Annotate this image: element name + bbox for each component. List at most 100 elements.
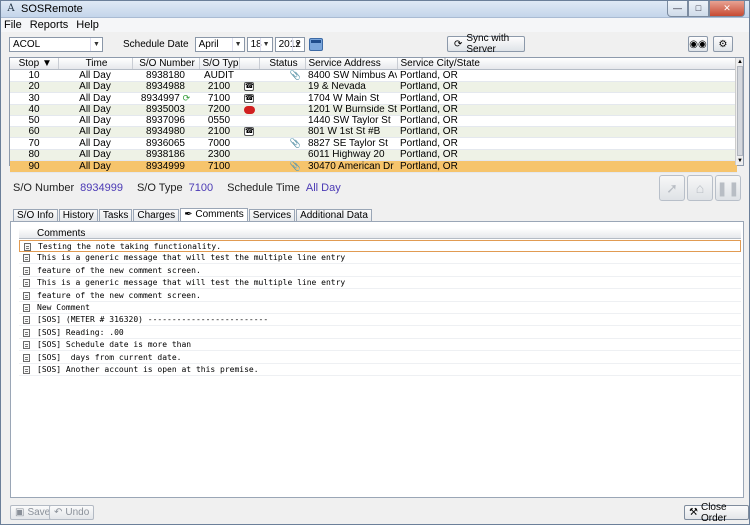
phone-icon: ☎ — [244, 82, 254, 91]
col-so-type[interactable]: S/O Type — [199, 58, 240, 70]
close-order-button[interactable]: ⚒ Close Order — [684, 502, 749, 524]
cell-icon: ☎ — [239, 92, 259, 106]
list-item[interactable]: [SOS] Reading: .00 — [19, 327, 741, 339]
note-icon — [23, 254, 30, 263]
list-item[interactable]: [SOS] (METER # 316320) -----------------… — [19, 314, 741, 327]
col-time[interactable]: Time — [58, 58, 133, 70]
calendar-icon[interactable] — [308, 37, 323, 51]
cell-icon — [239, 115, 259, 128]
comments-header-label: Comments — [37, 228, 86, 239]
comment-text: [SOS] Reading: .00 — [37, 327, 124, 337]
cell-stop: 30 — [10, 92, 58, 106]
minimize-button[interactable]: — — [667, 1, 688, 17]
table-row[interactable]: 50 All Day 8937096 0550 1440 SW Taylor St Por… — [10, 115, 737, 128]
grid-scrollbar[interactable]: ▲ ▼ — [735, 58, 743, 165]
table-row[interactable]: 30 All Day 8934997 ⟳ 7100 ☎ 1704 W Main St Por… — [10, 92, 737, 106]
cell-address: 8400 SW Nimbus Ave — [305, 69, 397, 82]
cell-address: 1440 SW Taylor St — [305, 115, 397, 128]
table-row[interactable]: 40 All Day 8935003 7200 1201 W Burnside St Po… — [10, 104, 737, 117]
window-title: SOSRemote — [21, 3, 83, 15]
scroll-down-icon[interactable]: ▼ — [736, 157, 744, 165]
month-select[interactable]: April ▼ — [194, 36, 245, 52]
table-row[interactable]: 90 All Day 8934999 7100 📎 30470 American Dr Po… — [10, 160, 737, 174]
service-order-table: Stop ▼ Time S/O Number S/O Type Status S… — [10, 58, 738, 174]
road-icon: ➚ — [666, 179, 678, 196]
col-stop[interactable]: Stop ▼ — [10, 58, 59, 70]
year-select[interactable]: 2012 ▼ — [274, 36, 305, 52]
list-item[interactable]: New Comment — [19, 302, 741, 314]
note-icon — [23, 316, 30, 325]
tab-comments[interactable]: ✒ Comments — [180, 208, 248, 222]
col-so-number[interactable]: S/O Number — [132, 58, 200, 70]
save-button-label: Save — [27, 507, 51, 518]
cell-time: All Day — [58, 92, 132, 106]
so-number-label: S/O Number — [13, 182, 75, 194]
navigate-button[interactable]: ➚ — [659, 175, 685, 201]
table-row[interactable]: 20 All Day 8934988 2100 ☎ 19 & Nevada Portland… — [10, 81, 737, 94]
toolbar: ACOL ▼ Schedule Date April ▼ 18 ▼ 2012 ▼… — [1, 32, 749, 56]
cell-stop: 60 — [10, 126, 58, 139]
pause-icon: ❚❚ — [716, 179, 740, 196]
home-button[interactable]: ⌂ — [687, 175, 713, 201]
cell-so-type: 7000 — [199, 137, 239, 151]
close-order-label: Close Order — [700, 501, 727, 524]
settings-button[interactable]: ⚙ — [713, 36, 733, 52]
cell-status: 📎 — [259, 137, 305, 151]
list-item[interactable]: [SOS] days from current date. — [19, 352, 741, 364]
menu-bar: File Reports Help — [1, 18, 749, 32]
undo-button[interactable]: ↶ Undo — [49, 505, 95, 520]
note-icon — [23, 353, 30, 362]
list-item[interactable]: This is a generic message that will test… — [19, 277, 741, 290]
table-row[interactable]: 80 All Day 8938186 2300 6011 Highway 20 Portl… — [10, 149, 737, 162]
col-service-address[interactable]: Service Address — [305, 58, 398, 70]
cell-stop: 80 — [10, 149, 58, 162]
col-status[interactable]: Status — [259, 58, 306, 70]
col-service-city[interactable]: Service City/State — [397, 58, 738, 70]
phone-icon: ☎ — [244, 93, 254, 103]
paperclip-icon: 📎 — [289, 70, 301, 80]
sync-icon: ⟳ — [454, 38, 463, 50]
menu-file[interactable]: File — [4, 19, 22, 31]
cell-stop: 90 — [10, 160, 58, 174]
table-row[interactable]: 70 All Day 8936065 7000 📎 8827 SE Taylor St Po… — [10, 137, 737, 151]
binoculars-button[interactable]: ◉◉ — [688, 36, 708, 52]
gear-icon: ⚙ — [718, 38, 728, 50]
maximize-button[interactable]: □ — [688, 1, 709, 17]
account-select[interactable]: ACOL ▼ — [9, 36, 103, 52]
cell-city: Portland, OR — [397, 92, 737, 106]
list-item[interactable]: feature of the new comment screen. — [19, 290, 741, 302]
chevron-down-icon: ▼ — [259, 37, 272, 51]
app-icon: A — [7, 3, 15, 14]
list-item[interactable]: [SOS] Another account is open at this pr… — [19, 364, 741, 376]
cell-stop: 70 — [10, 137, 58, 151]
service-order-grid: Stop ▼ Time S/O Number S/O Type Status S… — [9, 57, 744, 174]
so-number-value: 8934999 — [80, 182, 123, 194]
undo-button-label: Undo — [65, 507, 90, 518]
table-row[interactable]: 10 All Day 8938180 AUDIT 📎 8400 SW Nimbus Ave… — [10, 69, 737, 82]
so-type-value: 7100 — [188, 182, 214, 194]
col-icon[interactable] — [239, 58, 260, 70]
scroll-up-icon[interactable]: ▲ — [736, 58, 744, 66]
menu-reports[interactable]: Reports — [30, 19, 69, 31]
list-item[interactable]: [SOS] Schedule date is more than — [19, 339, 741, 352]
sync-with-server-button[interactable]: ⟳ Sync with Server — [447, 33, 525, 55]
list-item[interactable]: Testing the note taking functionality. — [19, 240, 741, 252]
binoculars-icon: ◉◉ — [689, 38, 707, 50]
day-select[interactable]: 18 ▼ — [246, 36, 273, 52]
scroll-thumb[interactable] — [737, 66, 743, 156]
window-controls: — □ ✕ — [667, 1, 745, 17]
cell-icon — [239, 137, 259, 151]
cell-city: Portland, OR — [397, 126, 737, 139]
table-row[interactable]: 60 All Day 8934980 2100 ☎ 801 W 1st St #B Port… — [10, 126, 737, 139]
cell-stop: 20 — [10, 81, 58, 94]
cell-status: 📎 — [259, 160, 305, 174]
comment-text: This is a generic message that will test… — [37, 253, 346, 263]
list-item[interactable]: feature of the new comment screen. — [19, 265, 741, 277]
cell-so-type: 7100 — [199, 160, 239, 174]
menu-help[interactable]: Help — [76, 19, 99, 31]
pause-button[interactable]: ❚❚ — [715, 175, 741, 201]
cell-so-type: 2100 — [199, 126, 239, 139]
list-item[interactable]: This is a generic message that will test… — [19, 252, 741, 265]
close-window-button[interactable]: ✕ — [709, 1, 745, 17]
cell-so-number: 8934999 — [132, 160, 199, 174]
